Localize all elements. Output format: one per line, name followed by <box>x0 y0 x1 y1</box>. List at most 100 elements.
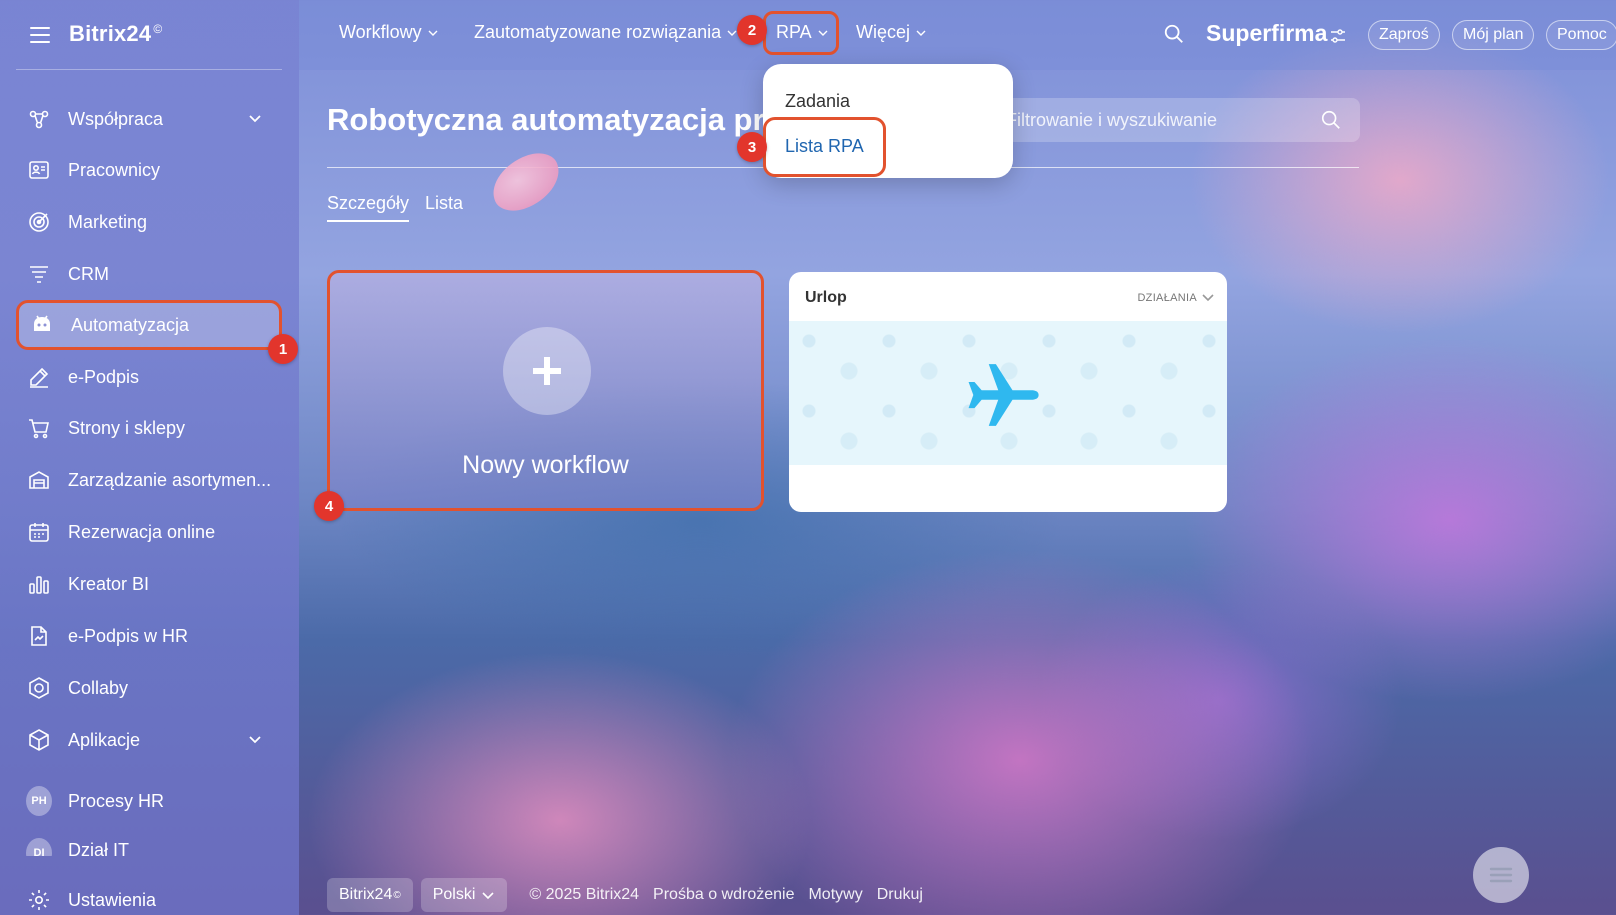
sidebar-item-zarzadzanie-asortymentem[interactable]: Zarządzanie asortymen... <box>16 458 282 502</box>
topnav-workflowy[interactable]: Workflowy <box>339 22 438 43</box>
group-avatar: DI <box>26 838 52 856</box>
chevron-down-icon <box>916 30 926 36</box>
brand-logo[interactable]: Bitrix24 © <box>69 21 162 47</box>
sidebar-item-e-podpis[interactable]: e-Podpis <box>16 355 282 399</box>
invite-button[interactable]: Zaproś <box>1368 20 1440 50</box>
sidebar-item-pracownicy[interactable]: Pracownicy <box>16 148 282 192</box>
calendar-icon <box>26 519 52 545</box>
footer-brand-chip[interactable]: Bitrix24 © <box>327 878 413 912</box>
my-plan-button[interactable]: Mój plan <box>1452 20 1535 50</box>
employees-icon <box>26 157 52 183</box>
workflow-card-banner <box>789 321 1227 465</box>
chevron-down-icon <box>727 30 737 36</box>
sidebar-item-label: Ustawienia <box>68 889 157 910</box>
sidebar-item-marketing[interactable]: Marketing <box>16 200 282 244</box>
sidebar-item-label: Marketing <box>68 211 148 232</box>
language-selector[interactable]: Polski <box>420 878 508 912</box>
lista-rpa-highlight-frame <box>763 117 886 177</box>
crm-icon <box>26 261 52 287</box>
sidebar-item-strony-i-sklepy[interactable]: Strony i sklepy <box>16 406 282 450</box>
sidebar-item-label: Zarządzanie asortymen... <box>68 469 272 490</box>
search-icon[interactable] <box>1320 109 1342 131</box>
automation-robot-icon <box>29 312 55 338</box>
topnav-label: RPA <box>776 22 812 42</box>
chevron-down-icon <box>482 892 494 900</box>
sidebar-item-label: Współpraca <box>68 108 164 129</box>
page-title: Robotyczna automatyzacja pro <box>327 102 784 137</box>
sidebar-item-label: Rezerwacja online <box>68 521 216 542</box>
e-signature-icon <box>26 364 52 390</box>
sidebar-item-crm[interactable]: CRM <box>16 252 282 296</box>
footer-link-prosba[interactable]: Prośba o wdrożenie <box>653 886 794 904</box>
filter-search-input[interactable] <box>1006 109 1306 131</box>
tab-lista[interactable]: Lista <box>425 193 463 214</box>
topnav-label: Zautomatyzowane rozwiązania <box>474 22 722 42</box>
chevron-down-icon[interactable] <box>1201 290 1215 304</box>
chat-button[interactable] <box>1473 847 1529 903</box>
collaby-hexagon-icon <box>26 675 52 701</box>
gear-icon <box>26 887 52 913</box>
sidebar-item-procesy-hr[interactable]: PH Procesy HR <box>16 779 282 823</box>
footer: Bitrix24 © Polski © 2025 Bitrix24 Prośba … <box>327 878 923 912</box>
sidebar-item-wspolpraca[interactable]: Współpraca <box>16 97 282 141</box>
airplane-icon <box>968 364 1039 426</box>
menu-item-zadania[interactable]: Zadania <box>785 91 850 112</box>
sidebar-item-label: Automatyzacja <box>71 314 190 335</box>
chevron-down-icon <box>428 30 438 36</box>
sidebar-item-ustawienia[interactable]: Ustawienia <box>16 878 282 915</box>
sidebar-item-rezerwacja-online[interactable]: Rezerwacja online <box>16 510 282 554</box>
footer-copyright: © 2025 Bitrix24 <box>529 886 640 903</box>
tab-szczegoly[interactable]: Szczegóły <box>327 193 410 222</box>
sidebar-item-label: e-Podpis <box>68 366 140 387</box>
topnav-label: Więcej <box>856 22 911 42</box>
chevron-down-icon[interactable] <box>248 732 262 746</box>
footer-link-drukuj[interactable]: Drukuj <box>877 886 923 904</box>
sidebar-item-kreator-bi[interactable]: Kreator BI <box>16 562 282 606</box>
bar-chart-icon <box>26 571 52 597</box>
menu-hamburger-icon[interactable] <box>30 27 50 43</box>
plus-icon <box>503 327 591 415</box>
sidebar-item-label: Strony i sklepy <box>68 417 186 438</box>
sidebar: Bitrix24 © Współpraca Pracownicy Marketin… <box>0 0 299 915</box>
sidebar-item-label: Kreator BI <box>68 573 150 594</box>
group-avatar: PH <box>26 786 52 816</box>
inventory-icon <box>26 467 52 493</box>
chevron-down-icon[interactable] <box>248 111 262 125</box>
decorative-petal <box>483 145 569 219</box>
workflow-actions-menu[interactable]: DZIAŁANIA <box>1137 292 1197 304</box>
sidebar-header: Bitrix24 © <box>0 0 299 70</box>
sidebar-item-aplikacje[interactable]: Aplikacje <box>16 718 282 762</box>
sidebar-item-label: Collaby <box>68 677 129 698</box>
step-badge-3: 3 <box>737 132 767 162</box>
filter-search-box[interactable] <box>990 98 1360 142</box>
topnav-rpa[interactable]: RPA <box>776 22 828 43</box>
step-badge-4: 4 <box>314 491 344 521</box>
help-button[interactable]: Pomoc <box>1546 20 1616 50</box>
shopping-cart-icon <box>26 415 52 441</box>
chat-lines-icon <box>1489 867 1513 883</box>
sidebar-item-label: Aplikacje <box>68 729 141 750</box>
sidebar-divider <box>16 69 282 70</box>
sidebar-item-e-podpis-w-hr[interactable]: e-Podpis w HR <box>16 614 282 658</box>
topnav-wiecej[interactable]: Więcej <box>856 22 926 43</box>
sidebar-item-label: Pracownicy <box>68 159 161 180</box>
sidebar-item-label: Procesy HR <box>68 790 165 811</box>
footer-link-motywy[interactable]: Motywy <box>808 886 862 904</box>
topnav-label: Workflowy <box>339 22 422 42</box>
apps-cube-icon <box>26 727 52 753</box>
sidebar-item-label: Dział IT <box>68 840 130 856</box>
sidebar-item-dzial-it[interactable]: DI Dział IT <box>16 830 282 856</box>
settings-sliders-icon[interactable] <box>1330 28 1346 44</box>
step-badge-2: 2 <box>737 15 767 45</box>
hr-signature-icon <box>26 623 52 649</box>
company-name[interactable]: Superfirma <box>1206 20 1327 47</box>
new-workflow-card[interactable]: Nowy workflow <box>327 270 764 511</box>
workflow-card-urlop[interactable]: Urlop DZIAŁANIA <box>789 272 1227 512</box>
sidebar-item-label: CRM <box>68 263 109 284</box>
sidebar-item-automatyzacja[interactable]: Automatyzacja <box>16 300 282 350</box>
collaboration-icon <box>26 106 52 132</box>
marketing-icon <box>26 209 52 235</box>
search-icon[interactable] <box>1163 23 1185 45</box>
sidebar-item-collaby[interactable]: Collaby <box>16 666 282 710</box>
topnav-zautomatyzowane-rozwiazania[interactable]: Zautomatyzowane rozwiązania <box>474 22 737 43</box>
